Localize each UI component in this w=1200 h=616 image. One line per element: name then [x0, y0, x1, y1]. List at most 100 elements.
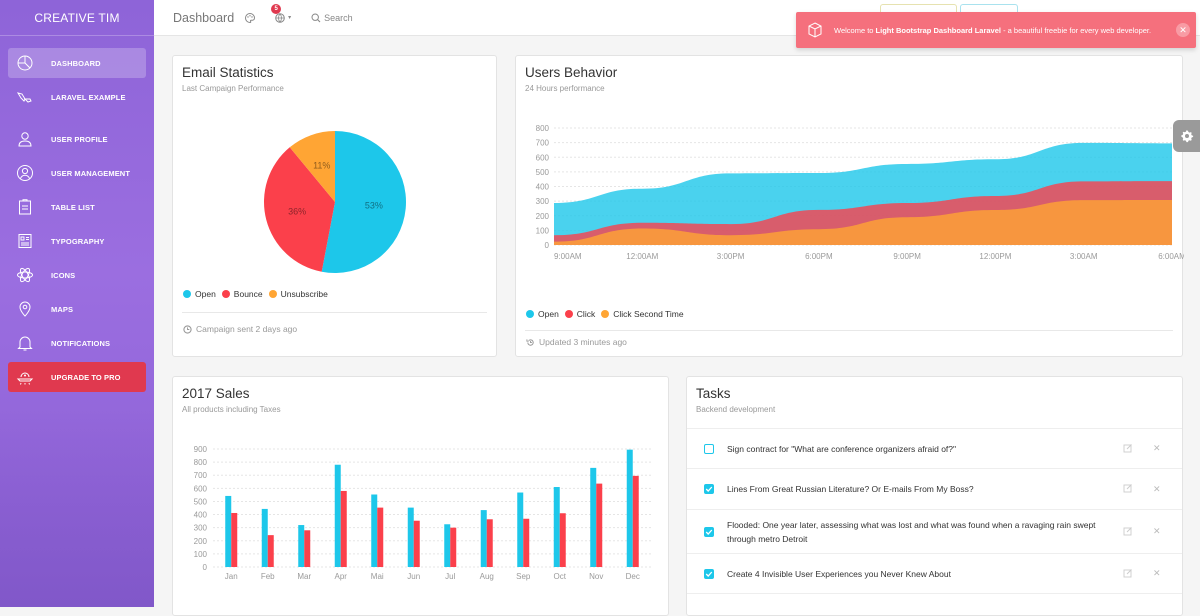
pie-data-label: 36% [288, 207, 306, 217]
y-tick-label: 700 [194, 471, 208, 480]
edit-task-button[interactable] [1123, 443, 1133, 455]
bar-jan-2 [231, 512, 238, 567]
card-title: Users Behavior [525, 65, 618, 80]
task-text: Create 4 Invisible User Experiences you … [727, 568, 951, 579]
sidebar-item-dashboard[interactable]: DASHBOARD [8, 48, 146, 78]
task-checkbox[interactable] [704, 484, 714, 494]
legend-swatch [268, 290, 277, 298]
remove-task-button[interactable]: ✕ [1153, 568, 1161, 579]
nav-label: NOTIFICATIONS [51, 338, 111, 348]
cube-icon [806, 21, 824, 43]
bar-sep-1 [517, 492, 524, 567]
task-text: Lines From Great Russian Literature? Or … [727, 484, 974, 494]
sidebar-item-typography[interactable]: TYPOGRAPHY [8, 226, 146, 256]
notifications-dropdown[interactable]: 5 ▾ [271, 3, 292, 24]
search-icon [311, 12, 321, 22]
check-icon [705, 529, 713, 535]
bar-jul-2 [450, 527, 457, 567]
history-icon [526, 338, 534, 346]
card-category: Backend development [696, 405, 776, 414]
sidebar-item-notifications[interactable]: NOTIFICATIONS [8, 328, 146, 358]
sidebar-item-icons[interactable]: ICONS [8, 260, 146, 290]
nav-label: ICONS [51, 270, 76, 280]
divider [687, 593, 1182, 594]
close-notification-button[interactable]: ✕ [1176, 23, 1190, 37]
sidebar-item-user-profile[interactable]: USER PROFILE [8, 124, 146, 154]
remove-task-button[interactable]: ✕ [1153, 443, 1161, 454]
clock-icon [183, 324, 192, 334]
y-tick-label: 0 [203, 563, 208, 572]
remove-task-button[interactable]: ✕ [1153, 484, 1161, 495]
task-checkbox[interactable] [704, 568, 714, 579]
page-title[interactable]: Dashboard [173, 11, 234, 25]
check-icon [705, 486, 713, 492]
task-checkbox[interactable] [704, 443, 714, 454]
pie-data-label: 11% [313, 160, 330, 170]
y-tick-label: 800 [536, 124, 550, 133]
edit-task-button[interactable] [1123, 483, 1133, 495]
bar-mai-2 [377, 507, 384, 567]
card-title: Tasks [696, 386, 731, 401]
edit-task-button[interactable] [1123, 568, 1133, 580]
nav-label: LARAVEL EXAMPLE [51, 92, 126, 102]
y-tick-label: 800 [194, 458, 208, 467]
y-tick-label: 700 [536, 139, 550, 148]
settings-toggle[interactable] [1173, 120, 1200, 152]
sidebar-item-laravel-example[interactable]: LARAVEL EXAMPLE [8, 82, 146, 112]
remove-task-button[interactable]: ✕ [1153, 526, 1161, 537]
bar-mar-2 [304, 530, 311, 567]
bar-jan-1 [225, 495, 232, 567]
logo[interactable]: CREATIVE TIM [0, 0, 154, 36]
card-title: Email Statistics [182, 65, 274, 80]
legend-swatch [564, 310, 573, 318]
caret-down-icon: ▾ [288, 15, 292, 21]
nav-label: USER PROFILE [51, 134, 108, 144]
card-footer: Updated 3 minutes ago [526, 337, 627, 347]
legend-swatch [221, 290, 230, 298]
sidebar-item-table-list[interactable]: TABLE LIST [8, 192, 146, 222]
bar-dec-1 [626, 449, 633, 567]
y-tick-label: 100 [536, 226, 550, 235]
y-tick-label: 100 [194, 550, 208, 559]
divider [182, 312, 487, 313]
task-checkbox[interactable] [704, 526, 714, 537]
sidebar-item-user-management[interactable]: USER MANAGEMENT [8, 158, 146, 188]
bar-aug-2 [486, 519, 493, 567]
divider [525, 330, 1173, 331]
card-footer: Campaign sent 2 days ago [183, 324, 297, 334]
legend-label: Click [576, 309, 596, 319]
bar-nov-1 [590, 467, 597, 567]
card-category: 24 Hours performance [525, 84, 605, 93]
sidebar-item-upgrade-to-pro[interactable]: UPGRADE TO PRO [8, 362, 146, 392]
legend-label: Open [195, 289, 216, 299]
x-tick-label: 9:00PM [893, 252, 921, 261]
y-tick-label: 500 [536, 168, 550, 177]
x-tick-label: 9:00AM [554, 252, 582, 261]
search-button[interactable]: Search [311, 13, 353, 23]
y-tick-label: 400 [536, 183, 550, 192]
x-tick-label: Nov [589, 572, 603, 581]
nav-label: UPGRADE TO PRO [51, 372, 121, 382]
gear-icon [1180, 130, 1193, 143]
map-pin-icon [16, 300, 34, 318]
x-tick-label: Sep [516, 572, 531, 581]
notification-badge: 5 [271, 3, 282, 14]
bar-aug-1 [480, 510, 487, 567]
x-tick-label: Dec [626, 572, 640, 581]
sidebar-item-maps[interactable]: MAPS [8, 294, 146, 324]
bar-mai-1 [371, 494, 378, 567]
bar-dec-2 [632, 475, 639, 567]
chart-pie-icon [16, 54, 34, 72]
bar-jun-1 [407, 507, 414, 567]
task-text: Sign contract for "What are conference o… [727, 443, 957, 454]
users-behavior-chart: 0 100 200 300 400 500 600 700 800 9:00AM 12:00AM 3:… [536, 124, 1184, 261]
legend-swatch [183, 290, 191, 298]
palette-icon[interactable] [244, 12, 256, 24]
bar-mar-1 [298, 525, 305, 567]
x-tick-label: 3:00PM [717, 252, 745, 261]
paper-icon [16, 232, 34, 250]
edit-task-button[interactable] [1123, 526, 1133, 538]
y-tick-label: 200 [194, 537, 208, 546]
search-label: Search [324, 12, 353, 23]
